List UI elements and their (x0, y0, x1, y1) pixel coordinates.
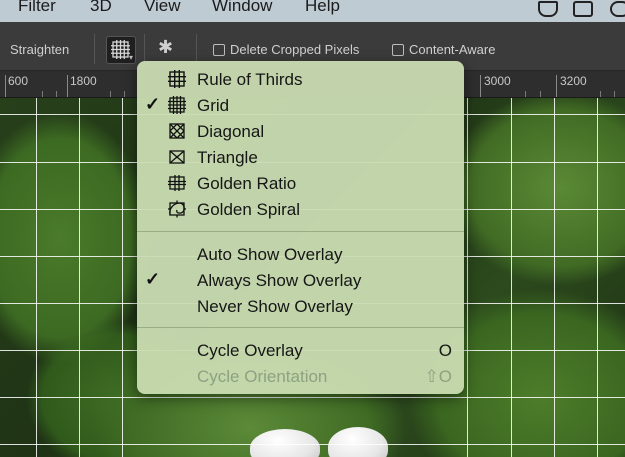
ruler-tick (600, 91, 601, 97)
menu-item-golden-spiral[interactable]: Golden Spiral (137, 196, 464, 222)
gear-icon[interactable]: ✱ (158, 37, 173, 58)
ruler-label: 3200 (560, 74, 587, 88)
menu-item-label: Grid (197, 96, 230, 115)
ruler-tick (614, 91, 615, 97)
ruler-tick (556, 75, 557, 97)
menu-item-label: Auto Show Overlay (197, 245, 343, 264)
checkmark-icon: ✓ (145, 94, 161, 114)
overlay-grid-line (467, 98, 468, 457)
status-icon[interactable] (610, 1, 625, 17)
menu-item-always-show-overlay[interactable]: ✓ Always Show Overlay (137, 267, 464, 293)
ruler-tick (42, 91, 43, 97)
keyboard-shortcut: O (438, 341, 452, 360)
overlay-grid-line (79, 98, 80, 457)
overlay-options-menu: Rule of Thirds ✓ Grid Diagonal Triangle … (137, 61, 464, 394)
display-icon[interactable] (573, 1, 593, 17)
keyboard-shortcut: ⇧O (424, 367, 452, 386)
ruler-label: 3000 (484, 74, 511, 88)
ruler-label: 600 (8, 74, 29, 88)
ruler-tick (67, 75, 68, 97)
menu-filter[interactable]: Filter (18, 0, 56, 16)
ruler-label: 1800 (70, 74, 97, 88)
menu-3d[interactable]: 3D (90, 0, 112, 16)
ruler-tick (5, 75, 6, 97)
ruler-tick (110, 91, 111, 97)
straighten-label[interactable]: Straighten (10, 42, 69, 57)
menu-item-grid[interactable]: ✓ Grid (137, 92, 464, 118)
overlay-grid-line (0, 444, 625, 445)
delete-cropped-pixels-label[interactable]: Delete Cropped Pixels (230, 42, 359, 57)
menu-item-cycle-overlay[interactable]: Cycle Overlay O (137, 337, 464, 363)
menu-item-label: Never Show Overlay (197, 297, 353, 316)
menu-divider (137, 231, 464, 232)
rule-of-thirds-icon (168, 70, 186, 88)
overlay-grid-line (122, 98, 123, 457)
menu-item-triangle[interactable]: Triangle (137, 144, 464, 170)
menu-item-rule-of-thirds[interactable]: Rule of Thirds (137, 66, 464, 92)
menu-help[interactable]: Help (305, 0, 340, 16)
overlay-grid-line (511, 98, 512, 457)
overlay-grid-line (597, 98, 598, 457)
lotus-flower-image (250, 429, 320, 457)
menu-item-label: Cycle Orientation (197, 367, 328, 386)
golden-ratio-icon (168, 175, 186, 191)
menu-item-label: Always Show Overlay (197, 271, 362, 290)
menu-item-label: Triangle (197, 148, 258, 167)
diagonal-icon (169, 123, 185, 139)
ruler-tick (124, 91, 125, 97)
shield-icon[interactable] (538, 1, 558, 17)
content-aware-label[interactable]: Content-Aware (409, 42, 495, 57)
app-menubar: Filter 3D View Window Help (0, 0, 625, 22)
menu-item-diagonal[interactable]: Diagonal (137, 118, 464, 144)
chevron-down-icon: ▾ (128, 53, 133, 62)
overlay-grid-line (0, 397, 625, 398)
content-aware-checkbox[interactable] (392, 44, 404, 56)
divider (144, 34, 145, 64)
lotus-flower-image (328, 427, 388, 457)
menu-item-auto-show-overlay[interactable]: Auto Show Overlay (137, 241, 464, 267)
ruler-tick (540, 91, 541, 97)
ruler-tick (525, 91, 526, 97)
menu-item-label: Rule of Thirds (197, 70, 303, 89)
grid-icon (168, 96, 186, 114)
golden-spiral-icon (168, 200, 186, 218)
ruler-tick (480, 75, 481, 97)
triangle-icon (169, 150, 185, 164)
menu-divider (137, 327, 464, 328)
overlay-grid-line (36, 98, 37, 457)
menu-item-label: Diagonal (197, 122, 265, 141)
menu-view[interactable]: View (144, 0, 181, 16)
ruler-tick (56, 91, 57, 97)
delete-cropped-pixels-checkbox[interactable] (213, 44, 225, 56)
menu-item-never-show-overlay[interactable]: Never Show Overlay (137, 293, 464, 319)
divider (94, 34, 95, 64)
menu-item-label: Golden Spiral (197, 200, 301, 219)
overlay-grid-line (554, 98, 555, 457)
overlay-options-button[interactable]: ▾ (106, 36, 136, 64)
menu-item-label: Golden Ratio (197, 174, 297, 193)
divider (196, 34, 197, 64)
menu-item-cycle-orientation: Cycle Orientation ⇧O (137, 363, 464, 389)
menu-item-label: Cycle Overlay (197, 341, 303, 360)
menu-item-golden-ratio[interactable]: Golden Ratio (137, 170, 464, 196)
checkmark-icon: ✓ (145, 269, 161, 289)
menu-window[interactable]: Window (212, 0, 272, 16)
